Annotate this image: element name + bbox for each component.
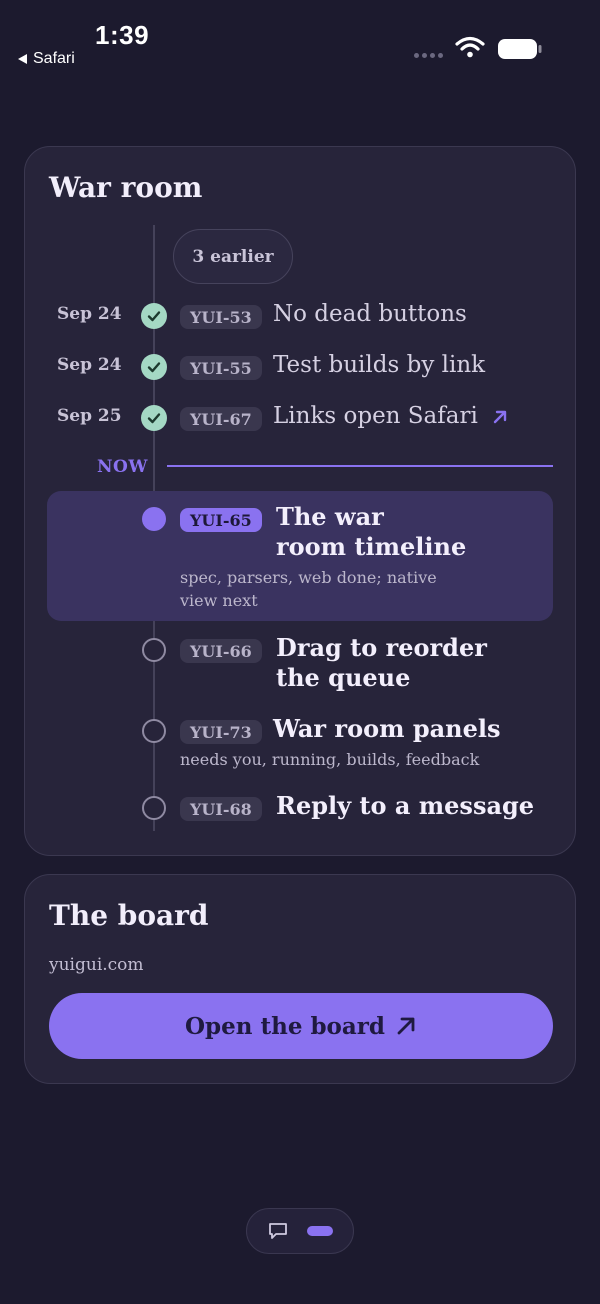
open-board-label: Open the board bbox=[185, 1012, 385, 1040]
item-title: Test builds by link bbox=[273, 352, 486, 378]
open-board-button[interactable]: Open the board bbox=[49, 993, 553, 1059]
now-divider bbox=[167, 465, 553, 467]
board-title: The board bbox=[49, 899, 209, 932]
battery-icon bbox=[498, 39, 542, 59]
board-domain: yuigui.com bbox=[49, 955, 144, 975]
active-item-title-line2: room timeline bbox=[276, 532, 467, 561]
issue-tag: YUI-66 bbox=[180, 639, 262, 663]
check-icon bbox=[141, 354, 167, 380]
item-title-line2: the queue bbox=[276, 663, 411, 692]
back-arrow-icon bbox=[18, 54, 27, 64]
now-label: NOW bbox=[97, 457, 148, 477]
status-time: 1:39 bbox=[95, 20, 150, 50]
active-page-indicator[interactable] bbox=[307, 1226, 333, 1236]
back-to-safari-link[interactable]: Safari bbox=[18, 50, 75, 68]
page-control[interactable] bbox=[246, 1208, 354, 1254]
external-link-icon bbox=[493, 410, 507, 424]
item-date: Sep 24 bbox=[57, 304, 122, 324]
check-icon bbox=[141, 405, 167, 431]
wifi-icon bbox=[455, 36, 485, 58]
pending-step-indicator bbox=[142, 638, 166, 662]
item-title-link[interactable]: Links open Safari bbox=[273, 403, 509, 429]
pending-step-indicator bbox=[142, 719, 166, 743]
item-title: No dead buttons bbox=[273, 301, 467, 327]
issue-tag: YUI-73 bbox=[180, 720, 262, 744]
back-label: Safari bbox=[33, 50, 75, 67]
pending-step-indicator bbox=[142, 796, 166, 820]
active-item-title-line1: The war bbox=[276, 502, 384, 531]
issue-tag: YUI-53 bbox=[180, 305, 262, 329]
current-step-indicator bbox=[142, 507, 166, 531]
item-date: Sep 25 bbox=[57, 406, 122, 426]
item-title-line1: Reply to a message bbox=[276, 791, 535, 820]
external-link-icon bbox=[397, 1017, 415, 1035]
active-item-subtitle-line2: view next bbox=[180, 591, 258, 610]
show-earlier-button[interactable]: 3 earlier bbox=[173, 229, 293, 284]
issue-tag-active: YUI-65 bbox=[180, 508, 262, 532]
board-card: The board yuigui.com Open the board bbox=[24, 874, 576, 1084]
war-room-title: War room bbox=[49, 171, 203, 204]
chat-bubble-icon[interactable] bbox=[267, 1221, 289, 1241]
issue-tag: YUI-67 bbox=[180, 407, 262, 431]
item-date: Sep 24 bbox=[57, 355, 122, 375]
item-title-line1: Drag to reorder bbox=[276, 633, 487, 662]
app-screen: 1:39 Safari War room 3 earlier Sep 24 YU… bbox=[0, 0, 600, 1304]
item-subtitle: needs you, running, builds, feedback bbox=[180, 750, 480, 769]
issue-tag: YUI-55 bbox=[180, 356, 262, 380]
item-title-line1: War room panels bbox=[273, 714, 501, 743]
issue-tag: YUI-68 bbox=[180, 797, 262, 821]
item-title: Links open Safari bbox=[273, 403, 478, 429]
active-item-subtitle-line1: spec, parsers, web done; native bbox=[180, 568, 437, 587]
cellular-signal-icon bbox=[414, 53, 443, 58]
war-room-card: War room 3 earlier Sep 24 YUI-53 No dead… bbox=[24, 146, 576, 856]
check-icon bbox=[141, 303, 167, 329]
